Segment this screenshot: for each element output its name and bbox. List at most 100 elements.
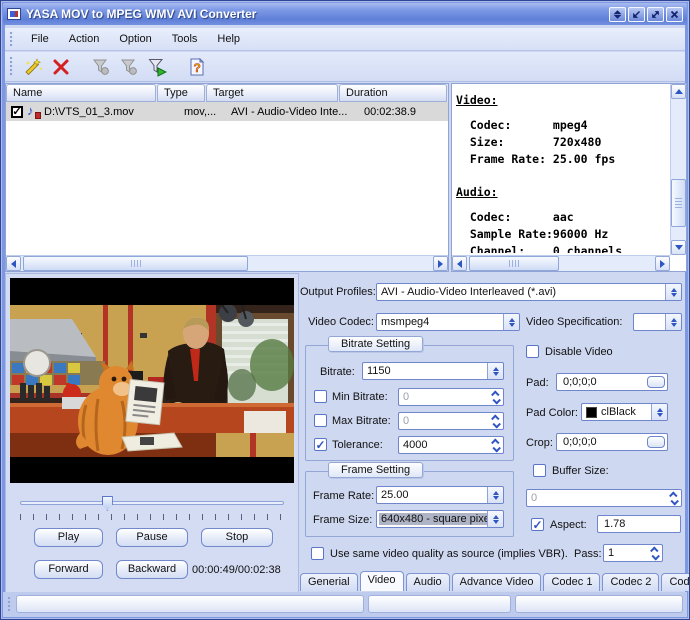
menu-help[interactable]: Help — [208, 30, 249, 48]
video-codec-select[interactable]: msmpeg4 — [376, 313, 520, 331]
disable-video-checkbox[interactable] — [526, 345, 539, 358]
pad-edit-button[interactable] — [647, 376, 665, 388]
column-header-target[interactable]: Target — [206, 84, 338, 102]
spinner-arrows-icon[interactable] — [489, 439, 503, 452]
file-row-checkbox[interactable] — [11, 106, 23, 118]
menu-action[interactable]: Action — [60, 30, 109, 48]
seek-track[interactable] — [20, 501, 284, 505]
dropdown-icon[interactable] — [487, 363, 503, 379]
pass-spinner[interactable]: 1 — [603, 544, 663, 562]
crop-value: 0;0;0;0 — [557, 436, 597, 448]
column-header-name[interactable]: Name — [6, 84, 156, 102]
tab-generial[interactable]: Generial — [300, 573, 358, 591]
menu-tools[interactable]: Tools — [163, 30, 207, 48]
toolbar-gripper[interactable] — [9, 56, 14, 76]
dropdown-icon[interactable] — [651, 404, 667, 420]
frame-rate-value: 25.00 — [377, 489, 487, 501]
restore-button[interactable] — [647, 7, 664, 22]
stop-button[interactable]: Stop — [201, 528, 273, 547]
tab-advance-video[interactable]: Advance Video — [452, 573, 542, 591]
output-profiles-select[interactable]: AVI - Audio-Video Interleaved (*.avi) — [376, 283, 682, 301]
pad-field[interactable]: 0;0;0;0 — [556, 373, 668, 391]
bitrate-group-title: Bitrate Setting — [328, 336, 423, 352]
shade-button[interactable] — [609, 7, 626, 22]
frame-group-title: Frame Setting — [328, 462, 423, 478]
max-bitrate-spinner[interactable]: 0 — [398, 412, 504, 430]
info-hscrollbar[interactable] — [452, 255, 670, 271]
aspect-field[interactable]: 1.78 — [597, 515, 681, 533]
spinner-arrows-icon[interactable] — [489, 415, 503, 428]
pad-color-select[interactable]: clBlack — [581, 403, 668, 421]
file-name: D:\VTS_01_3.mov — [44, 106, 180, 118]
close-icon — [670, 10, 679, 19]
scroll-left-button[interactable] — [452, 256, 467, 271]
spinner-arrows-icon[interactable] — [648, 547, 662, 560]
crop-edit-button[interactable] — [647, 436, 665, 448]
video-spec-select[interactable] — [633, 313, 682, 331]
seek-slider[interactable] — [20, 496, 284, 510]
tab-codec-3[interactable]: Codec 3 — [661, 573, 690, 591]
hscroll-thumb[interactable] — [23, 256, 248, 271]
menu-option[interactable]: Option — [110, 30, 160, 48]
dropdown-icon[interactable] — [487, 487, 503, 503]
dropdown-icon[interactable] — [665, 314, 681, 330]
buffer-size-checkbox[interactable] — [533, 464, 546, 477]
convert-all-button[interactable] — [144, 54, 170, 80]
add-wizard-button[interactable] — [20, 54, 46, 80]
file-row[interactable]: ♪ D:\VTS_01_3.mov mov,... AVI - Audio-Vi… — [6, 102, 448, 121]
menu-gripper[interactable] — [9, 31, 14, 46]
frame-size-select[interactable]: 640x480 - square pixe — [376, 510, 504, 528]
tab-codec-2[interactable]: Codec 2 — [602, 573, 659, 591]
menu-file[interactable]: File — [22, 30, 58, 48]
tab-video[interactable]: Video — [360, 571, 404, 591]
min-bitrate-spinner[interactable]: 0 — [398, 388, 504, 406]
info-vscrollbar[interactable] — [670, 84, 686, 255]
vbr-checkbox[interactable] — [311, 547, 324, 560]
video-framerate-line: Frame Rate: 25.00 fps — [456, 151, 668, 168]
backward-button[interactable]: Backward — [116, 560, 188, 579]
help-button[interactable]: ? — [184, 54, 210, 80]
dropdown-icon[interactable] — [487, 511, 503, 527]
play-button[interactable]: Play — [34, 528, 103, 547]
convert-current-button — [116, 54, 142, 80]
scroll-down-button[interactable] — [671, 240, 686, 255]
scroll-up-button[interactable] — [671, 84, 686, 99]
spinner-arrows-icon[interactable] — [489, 391, 503, 404]
dropdown-icon[interactable] — [503, 314, 519, 330]
pause-button[interactable]: Pause — [116, 528, 188, 547]
seek-thumb[interactable] — [102, 496, 113, 511]
tolerance-label: Tolerance: — [332, 439, 383, 451]
pad-color-label: Pad Color: — [526, 407, 578, 419]
arrow-left-icon — [457, 260, 462, 268]
scroll-left-button[interactable] — [6, 256, 21, 271]
hscroll-thumb[interactable] — [469, 256, 559, 271]
column-header-type[interactable]: Type — [157, 84, 205, 102]
title-bar[interactable]: YASA MOV to MPEG WMV AVI Converter — [3, 3, 687, 25]
max-bitrate-checkbox[interactable] — [314, 414, 327, 427]
buffer-size-spinner[interactable]: 0 — [526, 489, 682, 507]
aspect-checkbox[interactable] — [531, 518, 544, 531]
vscroll-thumb[interactable] — [671, 179, 686, 227]
forward-button[interactable]: Forward — [34, 560, 103, 579]
column-header-duration[interactable]: Duration — [339, 84, 447, 102]
dropdown-icon[interactable] — [665, 284, 681, 300]
spinner-arrows-icon[interactable] — [667, 492, 681, 505]
tab-audio[interactable]: Audio — [406, 573, 450, 591]
file-list-hscrollbar[interactable] — [6, 255, 448, 271]
tolerance-checkbox[interactable] — [314, 438, 327, 451]
minimize-button[interactable] — [628, 7, 645, 22]
frame-rate-select[interactable]: 25.00 — [376, 486, 504, 504]
frame-rate-label: Frame Rate: — [313, 490, 374, 502]
bitrate-select[interactable]: 1150 — [362, 362, 504, 380]
crop-field[interactable]: 0;0;0;0 — [556, 433, 668, 451]
tolerance-spinner[interactable]: 4000 — [398, 436, 504, 454]
min-bitrate-checkbox[interactable] — [314, 390, 327, 403]
video-preview[interactable] — [10, 278, 294, 483]
tab-codec-1[interactable]: Codec 1 — [543, 573, 600, 591]
scroll-right-button[interactable] — [433, 256, 448, 271]
video-codec-label: Video Codec: — [300, 316, 374, 328]
scroll-right-button[interactable] — [655, 256, 670, 271]
remove-button[interactable] — [48, 54, 74, 80]
close-button[interactable] — [666, 7, 683, 22]
aspect-value: 1.78 — [598, 518, 625, 530]
